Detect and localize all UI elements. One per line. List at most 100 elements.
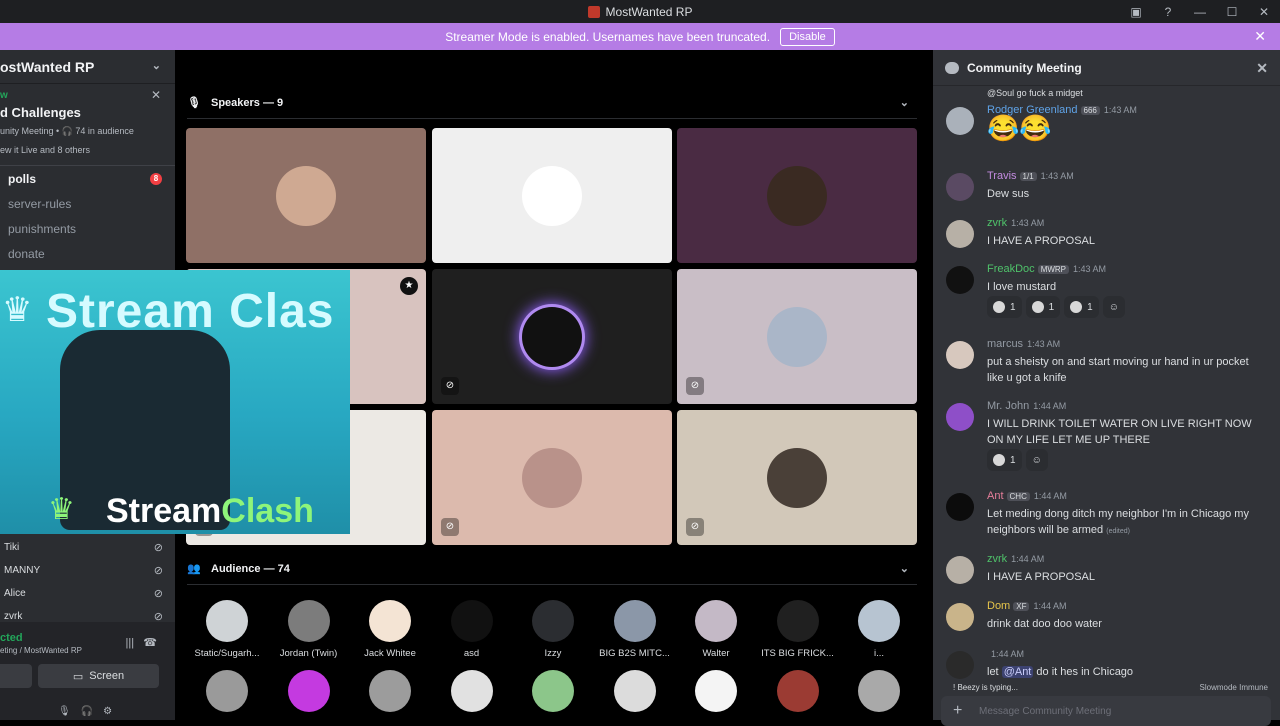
username[interactable]: Travis — [987, 170, 1017, 182]
chevron-down-icon[interactable]: ⌄ — [900, 562, 909, 575]
audience-member[interactable] — [349, 670, 431, 712]
username[interactable]: zvrk — [987, 217, 1007, 229]
screen-share-button[interactable]: ▭ Screen — [38, 664, 159, 688]
audience-member[interactable] — [186, 670, 268, 712]
speaker-tile[interactable]: ⊘ — [677, 269, 917, 404]
avatar[interactable] — [946, 603, 974, 631]
muted-mic-icon: ⊘ — [153, 542, 163, 554]
people-icon: 👥 — [187, 563, 201, 575]
audience-member[interactable]: Jack Whitee — [349, 600, 431, 659]
role-tag: 1/1 — [1019, 172, 1037, 181]
screen-icon: ▭ — [72, 670, 84, 683]
username[interactable]: FreakDoc — [987, 263, 1035, 275]
chevron-down-icon[interactable]: ⌄ — [900, 96, 909, 109]
reaction-button[interactable]: 1 — [1025, 296, 1061, 318]
disconnect-icon[interactable]: ☎ — [143, 637, 157, 649]
channel-polls[interactable]: polls 8 — [0, 167, 175, 191]
help-icon[interactable]: ? — [1152, 5, 1184, 19]
server-header[interactable]: ostWanted RP ⌄ — [0, 50, 175, 84]
mic-icon[interactable]: 🎙 — [58, 706, 81, 717]
channel-donate[interactable]: donate — [0, 242, 175, 266]
speaker-tile[interactable]: ⊘ — [432, 269, 672, 404]
channel-punishments[interactable]: punishments — [0, 217, 175, 241]
audience-header[interactable]: 👥 Audience — 74 ⌄ — [187, 562, 917, 576]
username[interactable]: Ant — [987, 490, 1004, 502]
audience-member[interactable]: asd — [431, 600, 513, 659]
add-reaction-icon[interactable]: ☺ — [1102, 296, 1125, 318]
maximize-icon[interactable]: ☐ — [1216, 5, 1248, 19]
speaker-tile[interactable] — [186, 128, 426, 263]
slowmode-label: Slowmode Immune — [1199, 683, 1268, 692]
video-button[interactable] — [0, 664, 32, 688]
audience-name: Izzy — [544, 648, 562, 659]
audience-member[interactable] — [594, 670, 676, 712]
audience-member[interactable] — [431, 670, 513, 712]
reaction-button[interactable]: 1 — [1064, 296, 1099, 318]
moderator-icon: ★ — [400, 277, 418, 295]
audience-name: ITS BIG FRICK... — [761, 648, 834, 659]
audience-member[interactable]: Jordan (Twin) — [268, 600, 350, 659]
speaker-tile[interactable]: ⊘ — [677, 410, 917, 545]
audience-member[interactable] — [838, 670, 920, 712]
speaker-tile[interactable]: ⊘ — [432, 410, 672, 545]
settings-icon[interactable]: ⚙ — [103, 706, 122, 717]
stage-viewers: ew it Live and 8 others — [0, 145, 91, 155]
close-icon[interactable]: ✕ — [151, 88, 161, 102]
avatar[interactable] — [946, 220, 974, 248]
stage-title: d Challenges — [0, 105, 81, 120]
reaction-button[interactable]: 1 — [987, 296, 1022, 318]
voice-user[interactable]: MANNY ⊘ — [0, 559, 175, 582]
username[interactable]: zvrk — [987, 553, 1007, 565]
close-window-icon[interactable]: ✕ — [1248, 5, 1280, 19]
username[interactable]: Dom — [987, 600, 1010, 612]
voice-user-name: Alice — [4, 588, 26, 599]
speaker-avatar — [522, 307, 582, 367]
inbox-icon[interactable]: ▣ — [1120, 5, 1152, 19]
timestamp: 1:43 AM — [1011, 218, 1045, 228]
close-icon[interactable]: ✕ — [1256, 60, 1268, 77]
crown-icon: ♛ — [2, 291, 33, 329]
voice-user[interactable]: Tiki ⊘ — [0, 536, 175, 559]
channel-server-rules[interactable]: server-rules — [0, 192, 175, 216]
audience-member[interactable] — [268, 670, 350, 712]
voice-user[interactable]: Alice ⊘ — [0, 582, 175, 605]
user-mention[interactable]: @Ant — [1001, 666, 1034, 678]
reply-preview[interactable]: @Soul go fuck a midget — [987, 88, 1083, 98]
username[interactable]: marcus — [987, 338, 1023, 350]
audience-member[interactable]: BIG B2S MITC... — [594, 600, 676, 659]
audience-member[interactable] — [675, 670, 757, 712]
audience-member[interactable]: Izzy — [512, 600, 594, 659]
avatar[interactable] — [946, 403, 974, 431]
disable-streamer-button[interactable]: Disable — [780, 27, 835, 46]
avatar[interactable] — [946, 173, 974, 201]
avatar[interactable] — [946, 341, 974, 369]
audience-member[interactable]: i... — [838, 600, 920, 659]
add-attachment-icon[interactable]: + — [953, 702, 962, 720]
reaction-button[interactable]: 1 — [987, 449, 1022, 471]
audience-member[interactable]: Walter — [675, 600, 757, 659]
audience-member[interactable]: ITS BIG FRICK... — [757, 600, 839, 659]
headphones-icon[interactable]: 🎧 — [81, 706, 103, 717]
avatar[interactable] — [946, 556, 974, 584]
chevron-down-icon[interactable]: ⌄ — [152, 59, 161, 72]
divider — [187, 584, 917, 585]
audience-member[interactable]: Static/Sugarh... — [186, 600, 268, 659]
speaker-tile[interactable] — [432, 128, 672, 263]
message-header: zvrk 1:43 AM — [987, 217, 1044, 229]
avatar[interactable] — [946, 493, 974, 521]
speakers-header[interactable]: 🎙 Speakers — 9 ⌄ — [187, 96, 917, 110]
stage-card[interactable]: w d Challenges unity Meeting • 🎧 74 in a… — [0, 84, 175, 166]
avatar[interactable] — [946, 651, 974, 679]
speaker-tile[interactable] — [677, 128, 917, 263]
signal-icon[interactable]: ||| — [126, 637, 135, 649]
audience-member[interactable] — [512, 670, 594, 712]
message-text: put a sheisty on and start moving ur han… — [987, 356, 1249, 384]
close-banner-icon[interactable]: ✕ — [1254, 28, 1266, 45]
avatar[interactable] — [946, 266, 974, 294]
add-reaction-icon[interactable]: ☺ — [1025, 449, 1048, 471]
username[interactable]: Mr. John — [987, 400, 1029, 412]
avatar[interactable] — [946, 107, 974, 135]
audience-member[interactable] — [757, 670, 839, 712]
message-input[interactable]: + Message Community Meeting — [941, 696, 1271, 726]
minimize-icon[interactable]: — — [1184, 5, 1216, 19]
